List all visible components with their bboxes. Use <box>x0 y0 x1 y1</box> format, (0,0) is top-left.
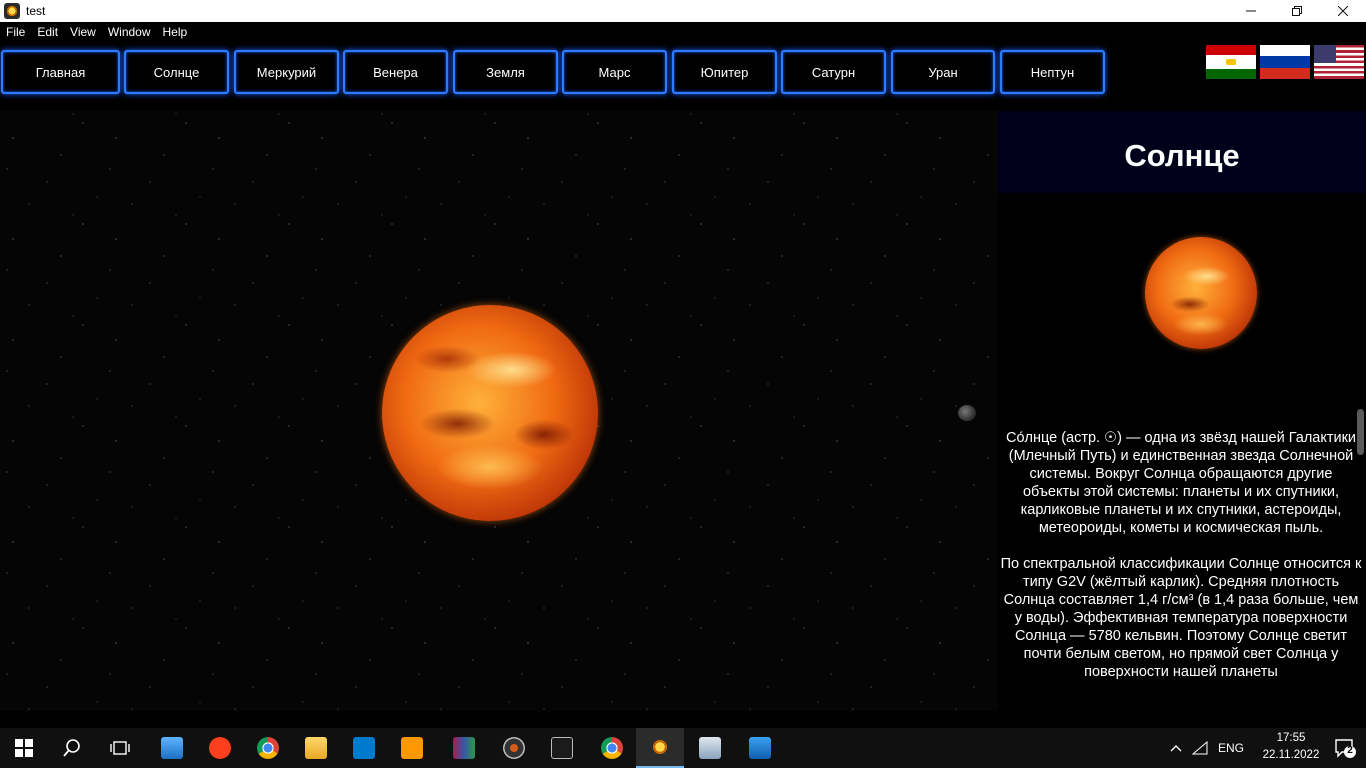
panel-description: Со́лнце (астр. ☉) — одна из звёзд нашей … <box>1000 429 1362 699</box>
sublime-icon <box>401 737 423 759</box>
nav-sun-button[interactable]: Солнце <box>124 50 229 94</box>
chrome-icon <box>257 737 279 759</box>
taskbar-app-chrome[interactable] <box>244 728 292 768</box>
menu-bar: File Edit View Window Help <box>0 22 1366 43</box>
wifi-icon[interactable] <box>1186 741 1214 755</box>
panel-header: Солнце <box>998 111 1366 193</box>
sun-model[interactable] <box>382 305 598 521</box>
taskbar-app-yandex[interactable] <box>196 728 244 768</box>
taskbar-app-pc[interactable] <box>148 728 196 768</box>
winrar-icon <box>453 737 475 759</box>
taskbar-app-winrar[interactable] <box>440 728 488 768</box>
minimize-button[interactable] <box>1228 0 1274 22</box>
planet-nav-bar: Главная Солнце Меркурий Венера Земля Мар… <box>0 43 1366 111</box>
menu-edit[interactable]: Edit <box>31 22 64 43</box>
media-player-icon <box>503 737 525 759</box>
nav-neptune-button[interactable]: Нептун <box>1000 50 1105 94</box>
description-paragraph: По спектральной классификации Солнце отн… <box>1000 556 1362 680</box>
app-icon <box>4 3 20 19</box>
clock-date: 22.11.2022 <box>1262 749 1320 761</box>
nav-venus-button[interactable]: Венера <box>343 50 448 94</box>
usa-flag-icon[interactable] <box>1314 45 1364 79</box>
vscode-icon <box>353 737 375 759</box>
close-icon <box>1338 6 1348 16</box>
system-tray: ENG <box>1166 728 1248 768</box>
app-test-icon <box>649 736 671 758</box>
task-view-icon <box>110 741 130 755</box>
taskbar: ENG 17:55 22.11.2022 2 <box>0 728 1366 768</box>
windows-icon <box>15 739 33 757</box>
restore-icon <box>1292 6 1302 16</box>
taskbar-app-media[interactable] <box>490 728 538 768</box>
nav-earth-button[interactable]: Земля <box>453 50 558 94</box>
menu-help[interactable]: Help <box>157 22 194 43</box>
search-icon <box>63 739 80 757</box>
control-panel-icon <box>699 737 721 759</box>
nav-mercury-button[interactable]: Меркурий <box>234 50 339 94</box>
notification-count: 2 <box>1347 745 1353 756</box>
clock[interactable]: 17:55 22.11.2022 <box>1256 730 1326 764</box>
taskbar-app-photos[interactable] <box>736 728 784 768</box>
russia-flag-icon[interactable] <box>1260 45 1310 79</box>
language-indicator[interactable]: ENG <box>1214 741 1248 755</box>
nav-jupiter-button[interactable]: Юпитер <box>672 50 777 94</box>
panel-scrollbar[interactable] <box>1357 409 1364 455</box>
space-viewport[interactable] <box>0 111 998 711</box>
chevron-up-icon[interactable] <box>1166 744 1186 752</box>
menu-view[interactable]: View <box>64 22 102 43</box>
small-planet <box>958 405 976 421</box>
window-title: test <box>26 4 46 18</box>
taskbar-app-control[interactable] <box>686 728 734 768</box>
nav-uranus-button[interactable]: Уран <box>891 50 995 94</box>
yandex-icon <box>209 737 231 759</box>
taskbar-app-chrome-b[interactable] <box>588 728 636 768</box>
panel-title: Солнце <box>1124 138 1240 173</box>
taskbar-app-terminal[interactable] <box>538 728 586 768</box>
menu-window[interactable]: Window <box>102 22 157 43</box>
maximize-button[interactable] <box>1274 0 1320 22</box>
search-button[interactable] <box>48 728 96 768</box>
task-view-button[interactable] <box>96 728 144 768</box>
window-titlebar: test <box>0 0 1366 22</box>
sun-thumbnail <box>1145 237 1257 349</box>
minimize-icon <box>1246 10 1256 12</box>
notifications-button[interactable]: 2 <box>1334 737 1356 759</box>
nav-mars-button[interactable]: Марс <box>562 50 667 94</box>
folder-icon <box>305 737 327 759</box>
description-paragraph: Со́лнце (астр. ☉) — одна из звёзд нашей … <box>1005 430 1357 536</box>
clock-time: 17:55 <box>1276 732 1306 744</box>
taskbar-app-vscode[interactable] <box>340 728 388 768</box>
terminal-icon <box>551 737 573 759</box>
computer-icon <box>161 737 183 759</box>
start-button[interactable] <box>0 728 48 768</box>
info-panel: Солнце Со́лнце (астр. ☉) — одна из звёзд… <box>998 111 1366 711</box>
window-controls <box>1228 0 1366 22</box>
tajikistan-flag-icon[interactable] <box>1206 45 1256 79</box>
nav-home-button[interactable]: Главная <box>1 50 120 94</box>
nav-saturn-button[interactable]: Сатурн <box>781 50 886 94</box>
photos-icon <box>749 737 771 759</box>
close-button[interactable] <box>1320 0 1366 22</box>
taskbar-app-explorer[interactable] <box>292 728 340 768</box>
taskbar-app-sublime[interactable] <box>388 728 436 768</box>
chrome-profile-icon <box>601 737 623 759</box>
menu-file[interactable]: File <box>0 22 31 43</box>
taskbar-app-test-active[interactable] <box>636 728 684 768</box>
